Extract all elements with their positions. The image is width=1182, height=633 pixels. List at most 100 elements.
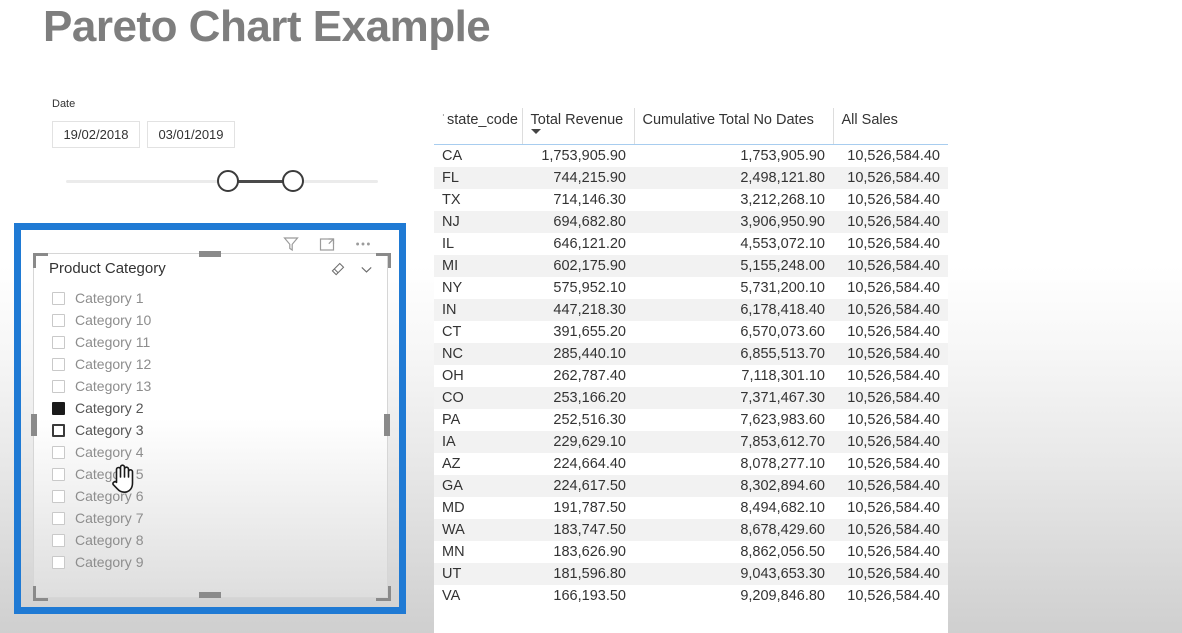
- cell-total-revenue: 229,629.10: [553, 433, 626, 450]
- cell-all-sales: 10,526,584.40: [847, 587, 940, 604]
- table-row[interactable]: IL 646,121.20 4,553,072.10 10,526,584.40: [434, 232, 948, 255]
- cell-total-revenue: 744,215.90: [553, 169, 626, 186]
- column-header-state-code-label: state_code: [447, 112, 518, 128]
- end-date-input[interactable]: 03/01/2019: [147, 121, 235, 148]
- table-row[interactable]: MN 183,626.90 8,862,056.50 10,526,584.40: [434, 540, 948, 563]
- cell-cumulative-total-no-dates: 3,212,268.10: [740, 191, 825, 208]
- table-row[interactable]: TX 714,146.30 3,212,268.10 10,526,584.40: [434, 188, 948, 211]
- cell-state-code: NC: [442, 345, 463, 362]
- cell-cumulative-total-no-dates: 9,209,846.80: [740, 587, 825, 604]
- cell-state-code: MI: [442, 257, 459, 274]
- cell-cumulative-total-no-dates: 7,853,612.70: [740, 433, 825, 450]
- cell-state-code: OH: [442, 367, 464, 384]
- table-row[interactable]: CT 391,655.20 6,570,073.60 10,526,584.40: [434, 320, 948, 343]
- table-row[interactable]: UT 181,596.80 9,043,653.30 10,526,584.40: [434, 562, 948, 585]
- cell-all-sales: 10,526,584.40: [847, 543, 940, 560]
- cell-cumulative-total-no-dates: 8,678,429.60: [740, 521, 825, 538]
- cell-total-revenue: 285,440.10: [553, 345, 626, 362]
- cell-cumulative-total-no-dates: 7,623,983.60: [740, 411, 825, 428]
- cell-all-sales: 10,526,584.40: [847, 367, 940, 384]
- resize-handle-bottom-left[interactable]: [33, 586, 48, 601]
- table-row[interactable]: IA 229,629.10 7,853,612.70 10,526,584.40: [434, 430, 948, 453]
- cell-state-code: NJ: [442, 213, 460, 230]
- column-header-total-revenue-label: Total Revenue: [530, 112, 624, 128]
- cell-cumulative-total-no-dates: 2,498,121.80: [740, 169, 825, 186]
- cell-all-sales: 10,526,584.40: [847, 169, 940, 186]
- table-row[interactable]: GA 224,617.50 8,302,894.60 10,526,584.40: [434, 474, 948, 497]
- table-row[interactable]: MI 602,175.90 5,155,248.00 10,526,584.40: [434, 254, 948, 277]
- resize-handle-right[interactable]: [384, 414, 390, 436]
- cell-all-sales: 10,526,584.40: [847, 411, 940, 428]
- page-title: Pareto Chart Example: [43, 2, 491, 51]
- sort-indicator-mark: ˙: [442, 112, 446, 126]
- table-row[interactable]: CA 1,753,905.90 1,753,905.90 10,526,584.40: [434, 144, 948, 167]
- table-row[interactable]: PA 252,516.30 7,623,983.60 10,526,584.40: [434, 408, 948, 431]
- cell-total-revenue: 166,193.50: [553, 587, 626, 604]
- table-row[interactable]: MD 191,787.50 8,494,682.10 10,526,584.40: [434, 496, 948, 519]
- cell-total-revenue: 252,516.30: [553, 411, 626, 428]
- cell-cumulative-total-no-dates: 7,118,301.10: [741, 367, 825, 384]
- column-header-all-sales[interactable]: All Sales: [832, 108, 948, 145]
- cell-total-revenue: 181,596.80: [553, 565, 626, 582]
- cell-state-code: AZ: [442, 455, 461, 472]
- cell-cumulative-total-no-dates: 4,553,072.10: [740, 235, 825, 252]
- table-body: CA 1,753,905.90 1,753,905.90 10,526,584.40 F…: [434, 144, 948, 607]
- table-row[interactable]: OH 262,787.40 7,118,301.10 10,526,584.40: [434, 364, 948, 387]
- cell-state-code: IN: [442, 301, 457, 318]
- cell-state-code: FL: [442, 169, 459, 186]
- cell-all-sales: 10,526,584.40: [847, 213, 940, 230]
- cell-total-revenue: 1,753,905.90: [541, 147, 626, 164]
- resize-handle-top-right[interactable]: [376, 253, 391, 268]
- sort-descending-caret-icon: [530, 129, 541, 134]
- table-row[interactable]: WA 183,747.50 8,678,429.60 10,526,584.40: [434, 518, 948, 541]
- table-row[interactable]: NJ 694,682.80 3,906,950.90 10,526,584.40: [434, 210, 948, 233]
- cell-state-code: UT: [442, 565, 462, 582]
- cell-state-code: VA: [442, 587, 461, 604]
- table-row[interactable]: NC 285,440.10 6,855,513.70 10,526,584.40: [434, 342, 948, 365]
- cell-all-sales: 10,526,584.40: [847, 279, 940, 296]
- table-row[interactable]: VA 166,193.50 9,209,846.80 10,526,584.40: [434, 584, 948, 607]
- table: ˙state_code Total Revenue Cumulative Tot…: [434, 108, 948, 607]
- state-revenue-table[interactable]: ˙state_code Total Revenue Cumulative Tot…: [434, 108, 948, 633]
- cell-state-code: MD: [442, 499, 465, 516]
- cell-cumulative-total-no-dates: 8,494,682.10: [740, 499, 825, 516]
- resize-handle-top[interactable]: [199, 251, 221, 257]
- table-row[interactable]: NY 575,952.10 5,731,200.10 10,526,584.40: [434, 276, 948, 299]
- cell-all-sales: 10,526,584.40: [847, 301, 940, 318]
- table-row[interactable]: IN 447,218.30 6,178,418.40 10,526,584.40: [434, 298, 948, 321]
- cell-total-revenue: 262,787.40: [553, 367, 626, 384]
- column-header-total-revenue[interactable]: Total Revenue: [521, 108, 634, 145]
- table-row[interactable]: AZ 224,664.40 8,078,277.10 10,526,584.40: [434, 452, 948, 475]
- resize-handle-left[interactable]: [31, 414, 37, 436]
- cell-cumulative-total-no-dates: 6,178,418.40: [740, 301, 825, 318]
- cell-state-code: PA: [442, 411, 461, 428]
- cell-all-sales: 10,526,584.40: [847, 565, 940, 582]
- resize-handle-bottom-right[interactable]: [376, 586, 391, 601]
- column-header-state-code[interactable]: ˙state_code: [434, 108, 522, 145]
- selected-visual-outline: [14, 223, 406, 614]
- cell-state-code: CO: [442, 389, 464, 406]
- resize-handle-top-left[interactable]: [33, 253, 48, 268]
- slider-handle-start[interactable]: [217, 170, 239, 192]
- cell-state-code: CA: [442, 147, 463, 164]
- cell-total-revenue: 183,747.50: [553, 521, 626, 538]
- table-row[interactable]: FL 744,215.90 2,498,121.80 10,526,584.40: [434, 166, 948, 189]
- slider-handle-end[interactable]: [282, 170, 304, 192]
- cell-all-sales: 10,526,584.40: [847, 521, 940, 538]
- column-header-cumulative-total-no-dates[interactable]: Cumulative Total No Dates: [633, 108, 833, 145]
- cell-cumulative-total-no-dates: 9,043,653.30: [740, 565, 825, 582]
- cell-cumulative-total-no-dates: 6,570,073.60: [740, 323, 825, 340]
- cell-cumulative-total-no-dates: 3,906,950.90: [740, 213, 825, 230]
- resize-handle-bottom[interactable]: [199, 592, 221, 598]
- cell-all-sales: 10,526,584.40: [847, 323, 940, 340]
- cell-total-revenue: 391,655.20: [553, 323, 626, 340]
- date-range-slider[interactable]: [52, 164, 378, 198]
- date-range-inputs: 19/02/2018 03/01/2019: [52, 121, 382, 148]
- cell-state-code: IA: [442, 433, 456, 450]
- date-slicer: Date 19/02/2018 03/01/2019: [52, 98, 382, 198]
- table-header-row: ˙state_code Total Revenue Cumulative Tot…: [434, 108, 948, 145]
- start-date-input[interactable]: 19/02/2018: [52, 121, 140, 148]
- cell-cumulative-total-no-dates: 7,371,467.30: [740, 389, 825, 406]
- table-row[interactable]: CO 253,166.20 7,371,467.30 10,526,584.40: [434, 386, 948, 409]
- cell-state-code: IL: [442, 235, 455, 252]
